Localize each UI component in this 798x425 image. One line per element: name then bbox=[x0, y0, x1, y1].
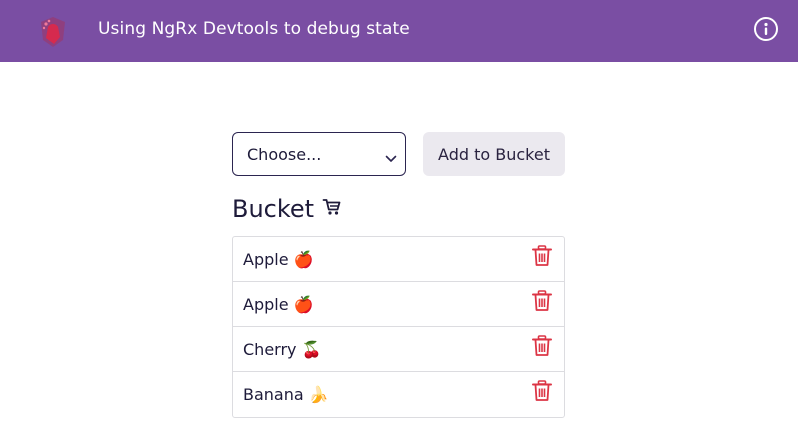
fruit-select[interactable]: Choose... bbox=[232, 132, 406, 176]
bucket-item-label: Apple 🍎 bbox=[243, 294, 314, 314]
info-icon[interactable] bbox=[754, 17, 778, 41]
trash-icon[interactable] bbox=[532, 335, 552, 357]
bucket-heading: Bucket bbox=[232, 195, 342, 223]
app-header: Using NgRx Devtools to debug state bbox=[0, 0, 798, 62]
ngrx-logo-icon bbox=[38, 15, 68, 49]
bucket-title: Bucket bbox=[232, 195, 315, 223]
select-value: Choose... bbox=[247, 144, 322, 164]
bucket-list: Apple 🍎 Apple 🍎 Cherry 🍒 Banana 🍌 bbox=[232, 236, 565, 418]
trash-icon[interactable] bbox=[532, 290, 552, 312]
bucket-item: Apple 🍎 bbox=[233, 282, 564, 327]
bucket-item-label: Banana 🍌 bbox=[243, 385, 329, 404]
add-to-bucket-button[interactable]: Add to Bucket bbox=[423, 132, 565, 176]
trash-icon[interactable] bbox=[532, 380, 552, 402]
chevron-down-icon bbox=[385, 149, 397, 168]
bucket-item-label: Apple 🍎 bbox=[243, 249, 314, 269]
trash-icon[interactable] bbox=[532, 245, 552, 267]
app-title: Using NgRx Devtools to debug state bbox=[98, 19, 410, 39]
cart-icon bbox=[322, 197, 342, 221]
bucket-item: Apple 🍎 bbox=[233, 237, 564, 282]
bucket-item: Cherry 🍒 bbox=[233, 327, 564, 372]
bucket-item-label: Cherry 🍒 bbox=[243, 339, 322, 359]
bucket-item: Banana 🍌 bbox=[233, 372, 564, 417]
